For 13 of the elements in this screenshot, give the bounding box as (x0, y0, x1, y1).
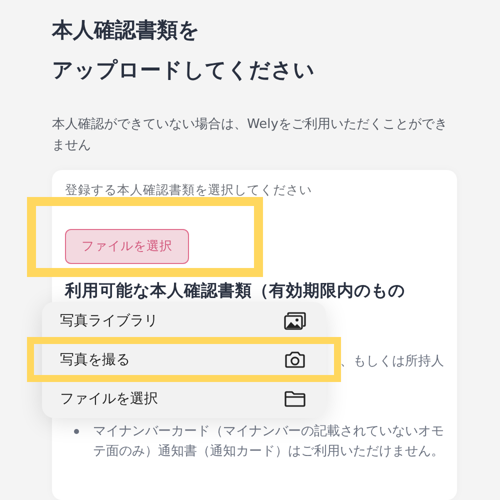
list-text: マイナンバーカード（マイナンバーの記載されていないオモテ面のみ）通知書（通知カード）はご利用いただけません。 (93, 423, 444, 461)
menu-item[interactable]: ファイルを選択 (42, 379, 326, 418)
page-title: アップロードしてください (52, 57, 315, 84)
card-label: 登録する本人確認書類を選択してください (65, 182, 313, 199)
list-text: 、もしくは所持人 (340, 353, 444, 370)
section-heading: 利用可能な本人確認書類（有効期限内のもの (65, 280, 406, 302)
bullet-icon (74, 429, 79, 434)
folder-icon (284, 390, 306, 408)
camera-icon (284, 351, 306, 369)
page-title: 本人確認書類を (52, 17, 200, 44)
description-text: 本人確認ができていない場合は、Welyをご利用いただくことができません (52, 116, 448, 155)
photos-icon (284, 312, 306, 330)
menu-item[interactable]: 写真ライブラリ (42, 302, 326, 340)
